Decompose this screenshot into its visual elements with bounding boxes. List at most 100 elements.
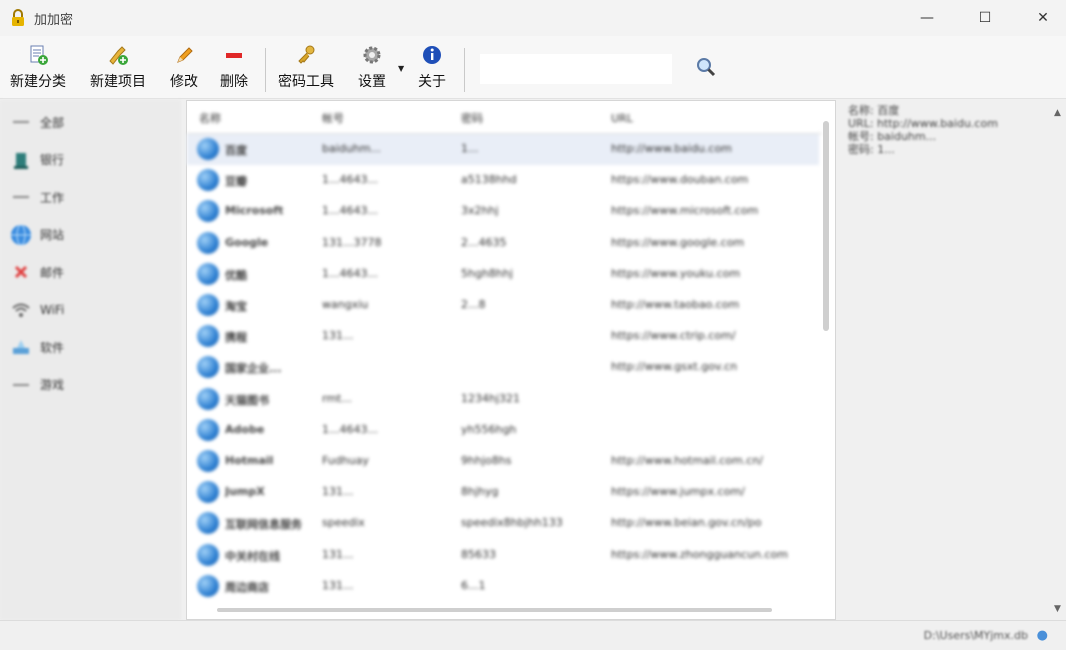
category-label: 全部 [40,115,65,130]
minimize-button[interactable]: — [898,0,956,36]
column-header-password[interactable]: 密码 [461,103,483,133]
edit-label: 修改 [170,74,198,90]
item-list: 名称 帐号 密码 URL 百度 baiduhm... 1... http://www.… [186,100,836,620]
table-row[interactable]: 周边商店 131... 6...1 [187,571,819,602]
category-item[interactable]: 银行 [8,143,64,177]
table-row[interactable]: JumpX 131... 8hjhyg https://www.jumpx.com/ [187,477,819,508]
row-name: Microsoft [225,204,284,218]
table-row[interactable]: 中关村在线 131... 85633 https://www.zhongguancun… [187,540,819,571]
dash-icon [8,109,34,135]
settings-button[interactable]: 设置 [358,44,386,91]
settings-dropdown-arrow-icon[interactable]: ▼ [398,64,404,73]
category-item[interactable]: 全部 [8,105,64,139]
category-item[interactable]: 工作 [8,180,64,214]
row-account: baiduhm... [322,142,381,155]
row-url: http://www.beian.gov.cn/po [611,516,762,530]
category-item[interactable]: 邮件 [8,255,64,289]
horizontal-scrollbar[interactable] [217,608,772,612]
table-row[interactable]: 百度 baiduhm... 1... http://www.baidu.com [187,134,819,165]
scroll-down-arrow-icon[interactable]: ▼ [1054,604,1061,614]
title-bar: 加加密 — ☐ ✕ [0,0,1066,36]
scroll-up-arrow-icon[interactable]: ▲ [1054,108,1061,118]
globe-icon [197,481,219,504]
table-row[interactable]: 国家企业... http://www.gsxt.gov.cn [187,352,819,383]
new-category-button[interactable]: 新建分类 [10,44,66,91]
row-name: 携程 [225,331,247,345]
password-tool-button[interactable]: 密码工具 [278,44,334,91]
globe-icon [197,450,219,472]
minus-icon [223,44,245,66]
row-password: speedix8hbjhh133 [461,516,563,530]
globe-icon [197,512,219,535]
delete-label: 删除 [220,74,248,90]
category-label: 游戏 [40,378,65,392]
row-password: 1... [461,142,479,155]
detail-text: 名称: 百度 URL: http://www.baidu.com 帐号: bai… [848,104,998,156]
category-label: 邮件 [40,265,65,280]
category-item[interactable]: 游戏 [8,368,64,402]
row-account: 131... [322,329,354,343]
row-url: https://www.ctrip.com/ [611,329,736,343]
globe-icon [8,222,34,248]
row-url: https://www.zhongguancun.com [611,547,788,561]
row-account: 131... [322,485,354,499]
toolbar-separator [464,48,465,92]
row-account: 131... [322,578,354,592]
globe-icon [197,262,219,285]
globe-icon [197,356,219,379]
table-row[interactable]: 天猫图书 rmt... 1234hj321 [187,384,819,415]
column-header-url[interactable]: URL [611,103,633,133]
new-item-button[interactable]: 新建项目 [90,44,146,91]
row-name: Hotmail [225,454,274,467]
row-account: 131...3778 [322,235,382,249]
row-account: 1...4643... [322,422,378,436]
detail-panel: 名称: 百度 URL: http://www.baidu.com 帐号: bai… [840,100,1066,620]
category-item[interactable]: 软件 [8,330,64,364]
about-button[interactable]: 关于 [418,44,446,91]
row-password: 2...4635 [461,235,507,249]
table-row[interactable]: Google 131...3778 2...4635 https://www.goog… [187,228,819,259]
table-row[interactable]: Adobe 1...4643... yh556hgh [187,415,819,446]
detail-password: 密码: 1... [848,143,895,156]
globe-icon [197,418,219,441]
search-input[interactable] [480,54,672,84]
category-label: WiFi [40,302,65,317]
row-account: 131... [322,547,354,561]
detail-account: 帐号: baiduhm... [848,130,937,143]
row-name: 中关村在线 [225,549,280,563]
category-item[interactable]: WiFi [8,293,64,327]
row-name: 天猫图书 [225,393,269,407]
new-item-icon [107,44,129,66]
new-category-icon [27,44,49,66]
delete-button[interactable]: 删除 [220,44,248,91]
maximize-button[interactable]: ☐ [956,0,1014,36]
toolbar: 新建分类 新建项目 修改 删除 密码工具 设置 ▼ 关于 [0,36,1066,99]
table-row[interactable]: 携程 131... https://www.ctrip.com/ [187,321,819,352]
row-name: 国家企业... [225,362,282,376]
password-tool-label: 密码工具 [278,74,334,90]
category-item[interactable]: 网站 [8,218,64,252]
globe-icon [197,138,219,160]
detail-url: URL: http://www.baidu.com [848,117,998,130]
column-header-name[interactable]: 名称 [199,103,221,133]
row-password: yh556hgh [461,422,517,436]
close-button[interactable]: ✕ [1014,0,1066,36]
table-row[interactable]: 互联网信息服务 speedix speedix8hbjhh133 http://www… [187,508,819,539]
table-row[interactable]: 豆瓣 1...4643... a5138hhd https://www.douban.… [187,165,819,196]
table-row[interactable]: 优酷 1...4643... 5hgh8hhj https://www.youku.c… [187,259,819,290]
category-label: 软件 [40,340,65,355]
table-row[interactable]: Hotmail Fudhuay 9hhjo8hs http://www.hotmail… [187,446,819,477]
vertical-scrollbar[interactable] [823,121,829,331]
edit-button[interactable]: 修改 [170,44,198,91]
search-icon[interactable] [695,56,717,78]
globe-icon [197,325,219,348]
table-row[interactable]: Microsoft 1...4643... 3x2hhj https://www.mi… [187,196,819,227]
window-title: 加加密 [34,13,74,28]
row-password: 1234hj321 [461,391,521,405]
row-password: a5138hhd [461,173,517,187]
column-header-account[interactable]: 帐号 [322,103,344,133]
table-row[interactable]: 淘宝 wangxiu 2...8 http://www.taobao.com [187,290,819,321]
row-url: https://www.google.com [611,235,745,249]
row-url: http://www.gsxt.gov.cn [611,360,738,374]
category-label: 银行 [40,153,65,167]
